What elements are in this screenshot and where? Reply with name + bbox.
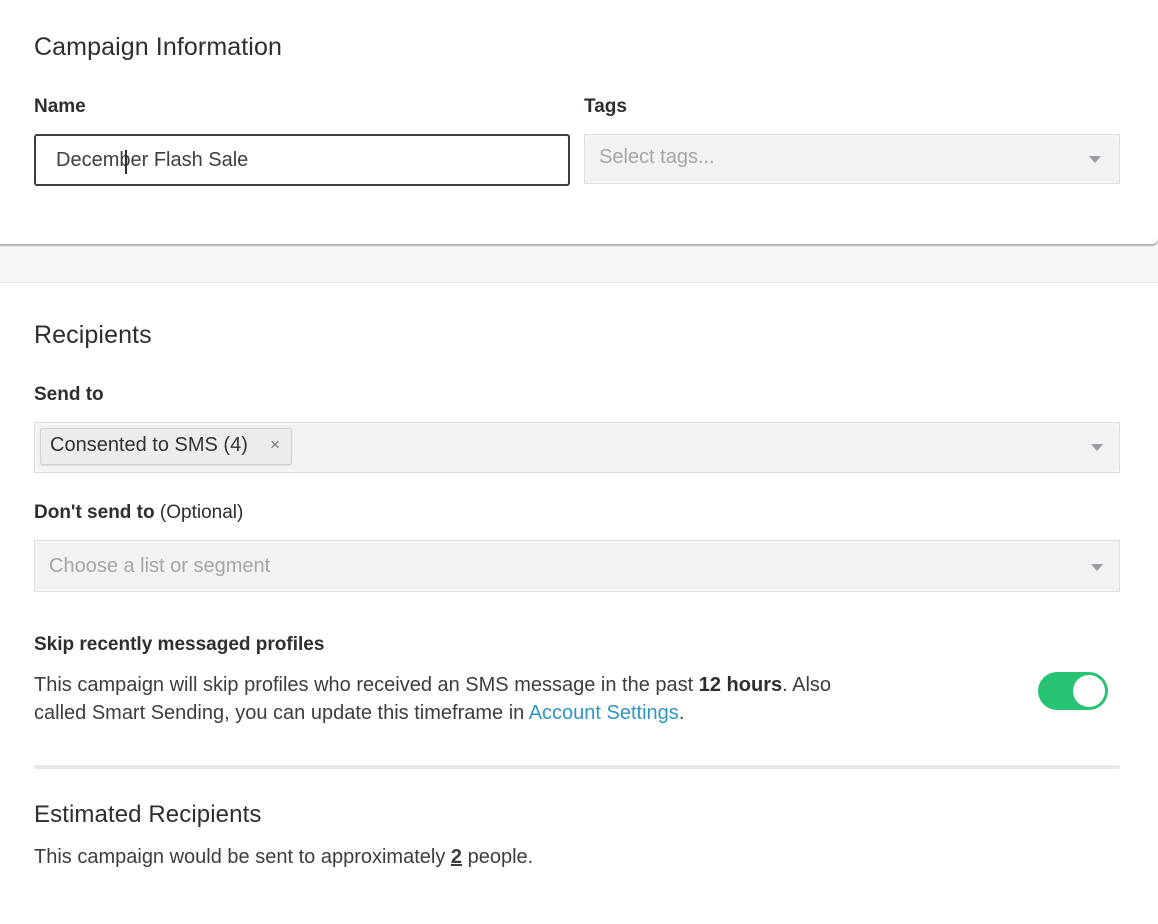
dont-send-to-label-text: Don't send to: [34, 502, 155, 523]
skip-timeframe: 12 hours: [698, 674, 783, 696]
caret-down-icon: [1089, 156, 1101, 163]
caret-down-icon: [1091, 444, 1103, 451]
section-title-campaign-information: Campaign Information: [34, 33, 282, 61]
send-to-label: Send to: [34, 384, 104, 405]
section-divider: [34, 765, 1120, 769]
skip-recent-toggle[interactable]: [1038, 672, 1108, 710]
dont-send-to-label: Don't send to (Optional): [34, 502, 243, 524]
campaign-name-input[interactable]: December Flash Sale: [34, 134, 570, 186]
close-icon[interactable]: ×: [270, 435, 280, 455]
dont-send-to-placeholder: Choose a list or segment: [49, 555, 271, 577]
chip-label: Consented to SMS (4): [50, 434, 248, 456]
tags-label: Tags: [584, 96, 627, 117]
campaign-information-card: Campaign Information Name December Flash…: [0, 0, 1158, 244]
tags-placeholder: Select tags...: [599, 146, 715, 168]
estimate-text: This campaign would be sent to approxima…: [34, 846, 451, 868]
skip-text: This campaign will skip profiles who rec…: [34, 674, 699, 696]
skip-recent-description: This campaign will skip profiles who rec…: [34, 671, 934, 727]
text-cursor: [125, 150, 127, 174]
estimate-text: people.: [462, 846, 534, 868]
tags-select[interactable]: Select tags...: [584, 134, 1120, 184]
skip-recent-title: Skip recently messaged profiles: [34, 634, 325, 655]
account-settings-link[interactable]: Account Settings: [529, 702, 679, 724]
estimated-count: 2: [450, 846, 463, 868]
toggle-knob: [1073, 675, 1105, 707]
skip-text: called Smart Sending, you can update thi…: [34, 702, 529, 724]
name-label: Name: [34, 96, 86, 117]
section-title-estimated-recipients: Estimated Recipients: [34, 801, 262, 828]
skip-text: . Also: [782, 674, 832, 696]
section-title-recipients: Recipients: [34, 321, 152, 349]
send-to-chip: Consented to SMS (4) ×: [40, 428, 292, 465]
skip-text: .: [678, 702, 685, 724]
optional-hint: (Optional): [159, 502, 244, 523]
caret-down-icon: [1091, 564, 1103, 571]
dont-send-to-select[interactable]: Choose a list or segment: [34, 540, 1120, 592]
estimated-recipients-text: This campaign would be sent to approxima…: [34, 843, 533, 871]
